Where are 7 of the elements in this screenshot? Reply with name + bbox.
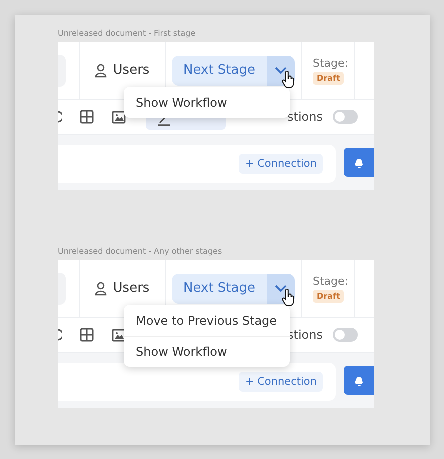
caption: Unreleased document - First stage bbox=[58, 28, 197, 39]
suggestions-label: stions bbox=[288, 110, 323, 124]
caption: Unreleased document - Any other stages bbox=[58, 246, 224, 257]
stage-badge: Draft bbox=[313, 72, 344, 84]
stage-label: Stage: bbox=[313, 56, 348, 70]
stage-label: Stage: bbox=[313, 274, 348, 288]
stage-badge: Draft bbox=[313, 290, 344, 302]
